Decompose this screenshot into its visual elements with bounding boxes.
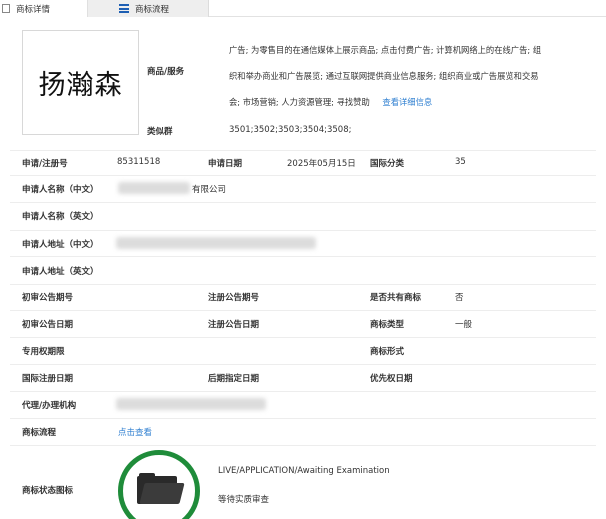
status-en: LIVE/APPLICATION/Awaiting Examination: [218, 466, 390, 476]
tab-trademark-details[interactable]: 商标详情: [0, 0, 88, 17]
process-label: 商标流程: [22, 428, 57, 438]
mark-form-label: 商标形式: [370, 347, 405, 357]
trademark-image: 扬瀚森: [22, 30, 139, 135]
apply-date-label: 申请日期: [208, 159, 243, 169]
goods-line: 广告; 为零售目的在通信媒体上展示商品; 点击付费广告; 计算机网络上的在线广告…: [229, 45, 542, 55]
status-cn: 等待实质审查: [218, 495, 270, 505]
redacted-value: [116, 398, 266, 410]
agent-label: 代理/办理机构: [22, 401, 77, 411]
goods-services-text: 广告; 为零售目的在通信媒体上展示商品; 点击付费广告; 计算机网络上的在线广告…: [229, 37, 589, 115]
divider: [10, 230, 596, 231]
goods-line: 织和举办商业和广告展览; 通过互联网提供商业信息服务; 组织商业或广告展览和交易: [229, 71, 539, 81]
prelim-date-label: 初审公告日期: [22, 320, 74, 330]
reg-date-label: 注册公告日期: [208, 320, 260, 330]
view-process-link[interactable]: 点击查看: [118, 426, 152, 438]
prelim-issue-label: 初审公告期号: [22, 293, 74, 303]
divider: [10, 150, 596, 151]
redacted-value: [118, 182, 190, 194]
applicant-en-label: 申请人名称（英文）: [22, 212, 99, 222]
divider: [10, 284, 596, 285]
apply-date-value: 2025年05月15日: [287, 159, 356, 169]
later-designation-label: 后期指定日期: [208, 374, 260, 384]
divider: [10, 310, 596, 311]
intl-reg-date-label: 国际注册日期: [22, 374, 74, 384]
divider: [10, 391, 596, 392]
priority-date-label: 优先权日期: [370, 374, 413, 384]
reg-number-label: 申请/注册号: [22, 159, 68, 169]
divider: [10, 175, 596, 176]
list-icon: [119, 4, 129, 13]
intl-class-value: 35: [455, 157, 466, 167]
intl-class-label: 国际分类: [370, 159, 405, 169]
document-icon: [2, 4, 10, 13]
tab-label: 商标详情: [16, 4, 51, 15]
divider: [10, 418, 596, 419]
divider: [10, 337, 596, 338]
tab-label: 商标流程: [135, 4, 170, 15]
status-icon-label: 商标状态图标: [22, 486, 74, 496]
folder-icon: [137, 473, 185, 505]
goods-services-label: 商品/服务: [147, 67, 185, 77]
goods-line: 会; 市场营销; 人力资源管理; 寻找赞助 查看详细信息: [229, 97, 433, 107]
applicant-cn-label: 申请人名称（中文）: [22, 185, 99, 195]
view-details-link[interactable]: 查看详细信息: [382, 97, 432, 107]
divider: [10, 445, 596, 446]
divider: [10, 364, 596, 365]
reg-number-value: 85311518: [117, 157, 161, 167]
shared-mark-label: 是否共有商标: [370, 293, 422, 303]
divider: [10, 202, 596, 203]
applicant-cn-suffix: 有限公司: [192, 185, 227, 195]
reg-issue-label: 注册公告期号: [208, 293, 260, 303]
mark-type-value: 一般: [455, 320, 473, 330]
trademark-text: 扬瀚森: [38, 70, 123, 101]
similar-group-value: 3501;3502;3503;3504;3508;: [229, 125, 352, 135]
shared-mark-value: 否: [455, 293, 464, 303]
tab-trademark-process[interactable]: 商标流程: [88, 0, 209, 17]
mark-type-label: 商标类型: [370, 320, 405, 330]
exclusive-period-label: 专用权期限: [22, 347, 65, 357]
divider: [10, 256, 596, 257]
tab-bar: 商标详情 商标流程: [0, 0, 606, 17]
redacted-value: [116, 237, 316, 249]
address-cn-label: 申请人地址（中文）: [22, 240, 99, 250]
similar-group-label: 类似群: [147, 127, 173, 137]
address-en-label: 申请人地址（英文）: [22, 267, 99, 277]
